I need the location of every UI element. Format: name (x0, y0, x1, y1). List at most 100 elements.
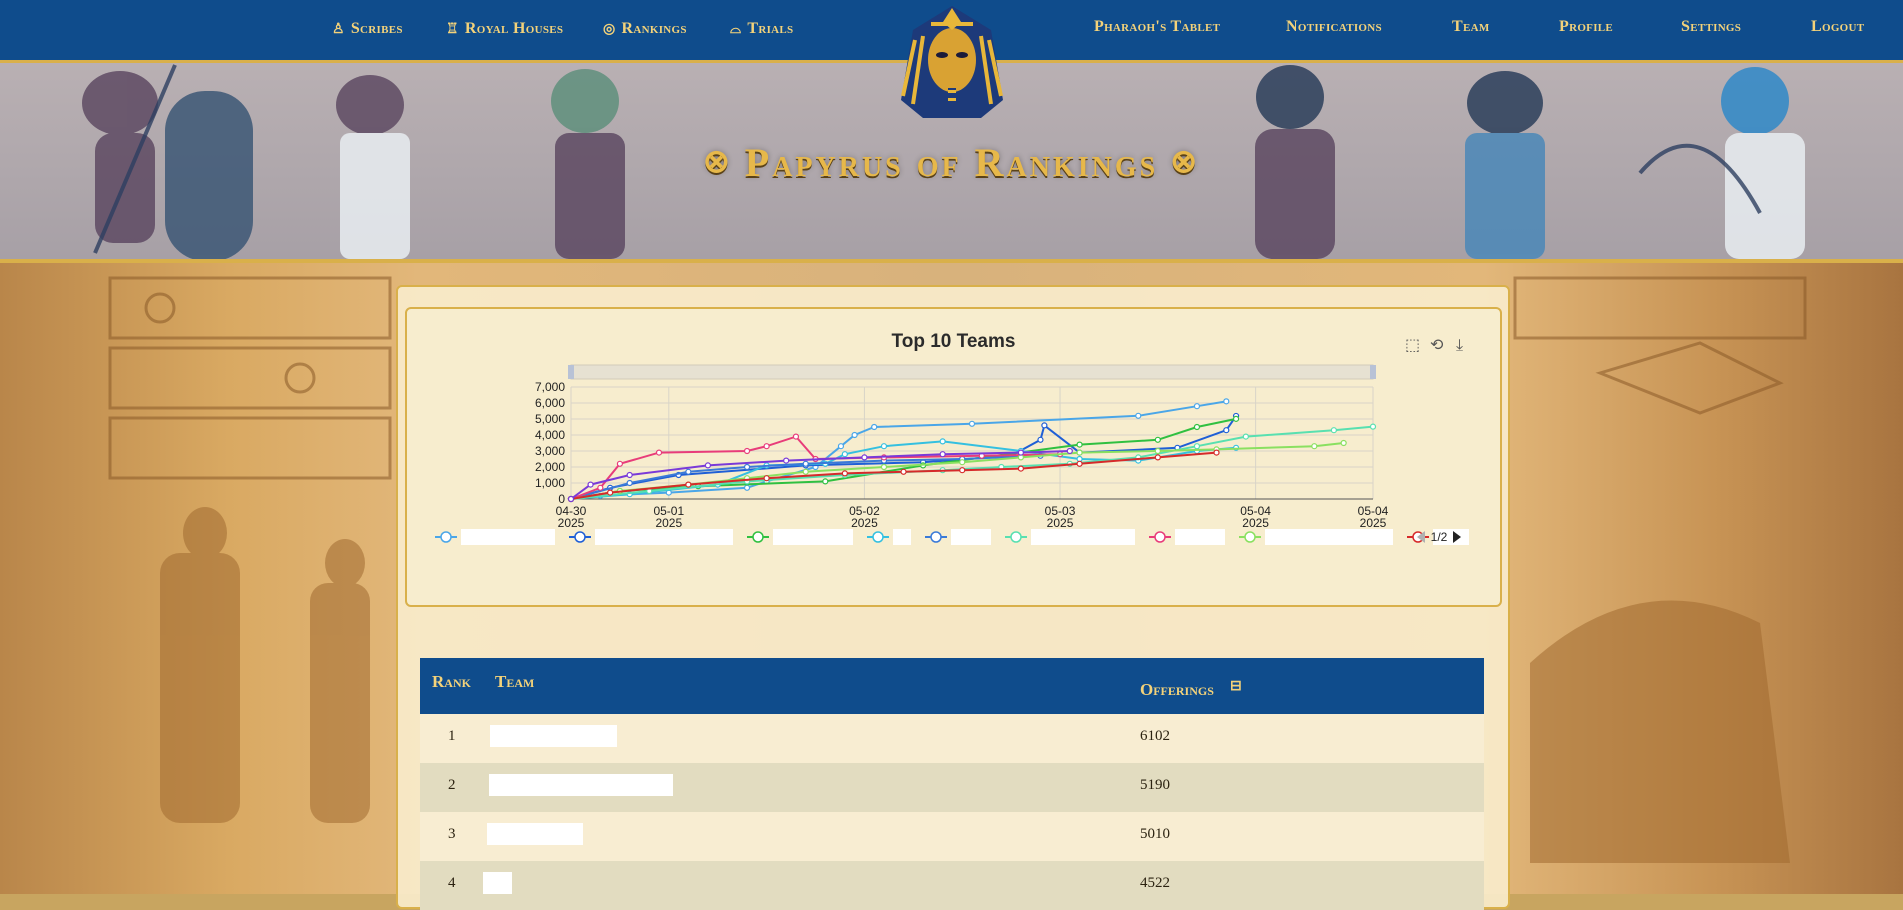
nav-royal-houses[interactable]: ♖ Royal Houses (446, 20, 563, 38)
series-point (783, 457, 790, 464)
legend-label-redacted (461, 529, 555, 545)
series-point (1154, 436, 1161, 443)
series-point (939, 438, 946, 445)
series-point (1037, 436, 1044, 443)
legend-marker (930, 531, 942, 543)
series-point (841, 451, 848, 458)
series-point (1066, 447, 1073, 455)
nav-profile[interactable]: Profile (1559, 18, 1613, 36)
team-name-redacted (489, 774, 673, 796)
legend-label-redacted (1265, 529, 1393, 545)
nav-pharaohs-tablet[interactable]: Pharaoh's Tablet (1094, 18, 1220, 36)
rankings-table: Rank Team Offerings ⊟ 1 6102 2 5190 3 50… (420, 658, 1484, 910)
nav-trials-label: Trials (747, 20, 794, 37)
series-point (743, 484, 751, 491)
offerings-cell: 6102 (1140, 728, 1170, 744)
legend-label-redacted (951, 529, 991, 545)
series-point (1193, 443, 1201, 450)
table-header: Rank Team Offerings ⊟ (420, 658, 1484, 714)
series-point (851, 431, 858, 439)
x-tick-year: 2025 (655, 516, 682, 530)
series-point (1193, 423, 1201, 431)
series-point (792, 433, 800, 440)
series-point (685, 468, 692, 475)
series-point (1154, 447, 1161, 455)
legend-label-redacted (1031, 529, 1135, 545)
series-point (871, 423, 878, 431)
y-tick-label: 3,000 (535, 444, 565, 458)
series-point (861, 454, 868, 461)
legend-marker (440, 531, 452, 543)
emblem-icon-right: ⊗ (1170, 143, 1201, 179)
series-point (685, 481, 692, 488)
y-tick-label: 1,000 (535, 476, 565, 490)
series-point (1369, 423, 1377, 430)
series-point (1017, 449, 1025, 456)
nav-notifications[interactable]: Notifications (1286, 18, 1382, 36)
sort-icon[interactable]: ⊟ (1230, 678, 1242, 695)
trials-icon: ⌓ (730, 22, 742, 37)
nav-logout[interactable]: Logout (1811, 18, 1864, 36)
series-point (1017, 465, 1025, 472)
data-zoom-handle-right (1370, 365, 1376, 379)
legend-marker (752, 531, 764, 543)
nav-team[interactable]: Team (1452, 18, 1490, 36)
legend-marker (574, 531, 586, 543)
series-point (1154, 454, 1161, 461)
table-row[interactable]: 4 4522 (420, 861, 1484, 910)
legend-label-redacted (893, 529, 911, 545)
series-point (1076, 449, 1083, 456)
series-point (802, 468, 809, 475)
series-point (1041, 422, 1048, 429)
nav-scribes[interactable]: ♙ Scribes (332, 20, 403, 38)
series-point (567, 495, 575, 503)
y-tick-label: 4,000 (535, 428, 565, 442)
x-tick-year: 2025 (558, 516, 585, 530)
y-tick-label: 6,000 (535, 396, 565, 410)
nav-rankings[interactable]: ◎ Rankings (603, 20, 687, 38)
scribe-icon: ♙ (332, 22, 345, 37)
page-title-text: Papyrus of Rankings (744, 140, 1159, 185)
x-tick-year: 2025 (1360, 516, 1387, 530)
line-chart: 01,0002,0003,0004,0005,0006,0007,00004-3… (435, 364, 1469, 545)
series-point (607, 489, 614, 496)
y-tick-label: 5,000 (535, 412, 565, 426)
series-point (1242, 433, 1249, 440)
series-point (822, 478, 829, 485)
series-point (704, 462, 712, 469)
page-title: ⊗ Papyrus of Rankings ⊗ (0, 139, 1903, 186)
series-point (616, 460, 624, 467)
table-row[interactable]: 2 5190 (420, 763, 1484, 812)
x-tick-year: 2025 (851, 516, 878, 530)
y-tick-label: 7,000 (535, 380, 565, 394)
series-point (655, 449, 663, 456)
nav-settings[interactable]: Settings (1681, 18, 1741, 36)
header-team[interactable]: Team (495, 672, 534, 692)
legend-page-indicator: 1/2 (1431, 530, 1448, 544)
series-point (1223, 427, 1230, 434)
data-zoom-handle-left (568, 365, 574, 379)
team-name-redacted (490, 725, 617, 747)
chart-card: Top 10 Teams ⬚ ⟲ ⤓ 0 1,000 2,000 3,000 4,000… (405, 307, 1502, 607)
header-rank[interactable]: Rank (432, 672, 471, 692)
nav-royal-houses-label: Royal Houses (464, 20, 564, 37)
series-point (939, 451, 946, 458)
data-zoom-slider (570, 364, 1374, 380)
series-point (1076, 441, 1083, 448)
nav-rankings-label: Rankings (621, 20, 687, 37)
series-point (1330, 427, 1337, 434)
series-point (743, 463, 751, 471)
table-row[interactable]: 1 6102 (420, 714, 1484, 763)
series-point (1076, 460, 1083, 467)
legend-marker (1010, 531, 1022, 543)
legend-marker (872, 531, 884, 543)
nav-trials[interactable]: ⌓ Trials (730, 20, 793, 38)
rankings-icon: ◎ (603, 22, 616, 37)
offerings-cell: 5010 (1140, 826, 1170, 842)
header-offerings[interactable]: Offerings (1140, 680, 1214, 700)
team-name-redacted (483, 872, 512, 894)
table-row[interactable]: 3 5010 (420, 812, 1484, 861)
legend-label-redacted (1175, 529, 1225, 545)
series-point (1223, 398, 1230, 405)
pharaoh-mask-logo[interactable] (895, 0, 1009, 120)
